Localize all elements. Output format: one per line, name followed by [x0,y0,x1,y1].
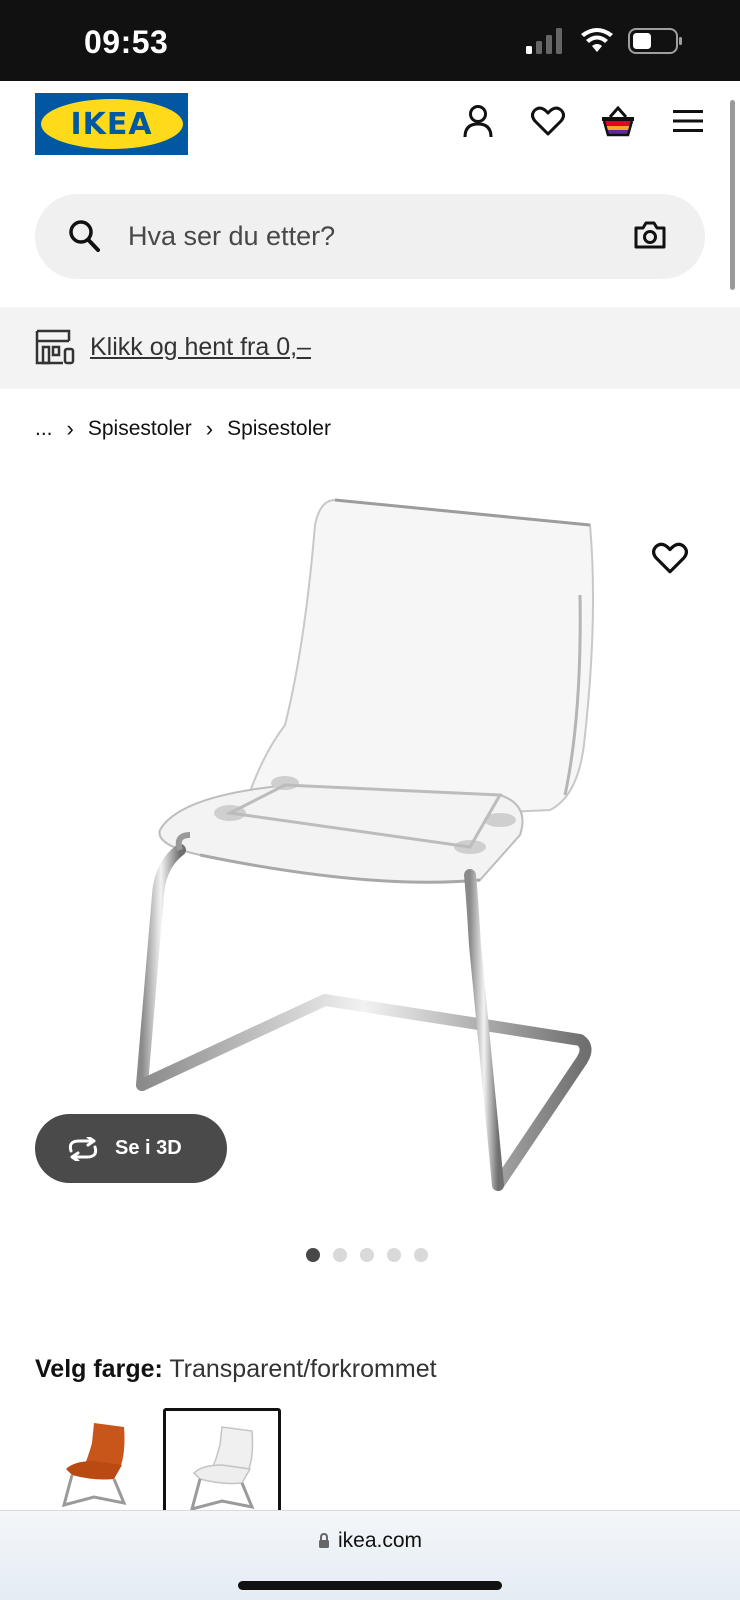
click-collect-link[interactable]: Klikk og hent fra 0,– [90,333,311,362]
wifi-icon [581,28,613,52]
carousel-dot[interactable] [414,1248,428,1262]
carousel-dot[interactable] [387,1248,401,1262]
rotate-icon [68,1136,98,1161]
browser-url-bar[interactable]: ikea.com [0,1510,740,1600]
color-picker-label: Velg farge: Transparent/forkrommet [35,1355,437,1384]
logo-text: IKEA [70,106,153,142]
site-header: IKEA [0,81,740,181]
menu-icon[interactable] [670,103,706,139]
view-3d-button[interactable]: Se i 3D [35,1114,227,1183]
status-icons [526,28,684,54]
breadcrumb-item[interactable]: Spisestoler [88,417,192,441]
camera-icon[interactable] [633,220,667,250]
breadcrumb: ... › Spisestoler › Spisestoler [35,416,331,442]
search-icon[interactable] [67,218,101,254]
url-text: ikea.com [337,1529,423,1552]
home-indicator[interactable] [238,1581,502,1590]
product-image[interactable] [120,495,620,1215]
chevron-right-icon: › [66,416,74,441]
header-icons [460,103,706,139]
color-value: Transparent/forkrommet [169,1355,437,1383]
carousel-dot[interactable] [333,1248,347,1262]
transparent-chair-thumbnail [189,1426,255,1512]
page-scrollbar[interactable] [730,100,735,290]
add-to-favourites-icon[interactable] [652,540,688,576]
store-pickup-icon [35,329,75,365]
search-bar[interactable] [35,194,705,279]
breadcrumb-item[interactable]: Spisestoler [227,417,331,441]
status-time: 09:53 [84,24,169,60]
view-3d-label: Se i 3D [115,1137,182,1159]
promo-banner: Klikk og hent fra 0,– [0,307,740,389]
battery-icon [628,28,682,54]
color-label-title: Velg farge: [35,1355,163,1383]
heart-icon[interactable] [530,103,566,139]
search-input[interactable] [128,194,598,279]
color-swatches [35,1408,281,1518]
carousel-dot[interactable] [306,1248,320,1262]
status-bar: 09:53 [0,0,740,81]
chevron-right-icon: › [205,416,214,441]
basket-icon[interactable] [600,103,636,139]
orange-chair-thumbnail [61,1423,127,1508]
color-swatch-orange[interactable] [35,1408,153,1518]
breadcrumb-ellipsis[interactable]: ... [35,417,53,441]
user-icon[interactable] [460,103,496,139]
image-carousel-dots [306,1248,428,1262]
signal-icon [526,28,562,54]
lock-icon [318,1533,329,1548]
color-swatch-transparent[interactable] [163,1408,281,1518]
ikea-logo[interactable]: IKEA [35,93,188,155]
carousel-dot[interactable] [360,1248,374,1262]
